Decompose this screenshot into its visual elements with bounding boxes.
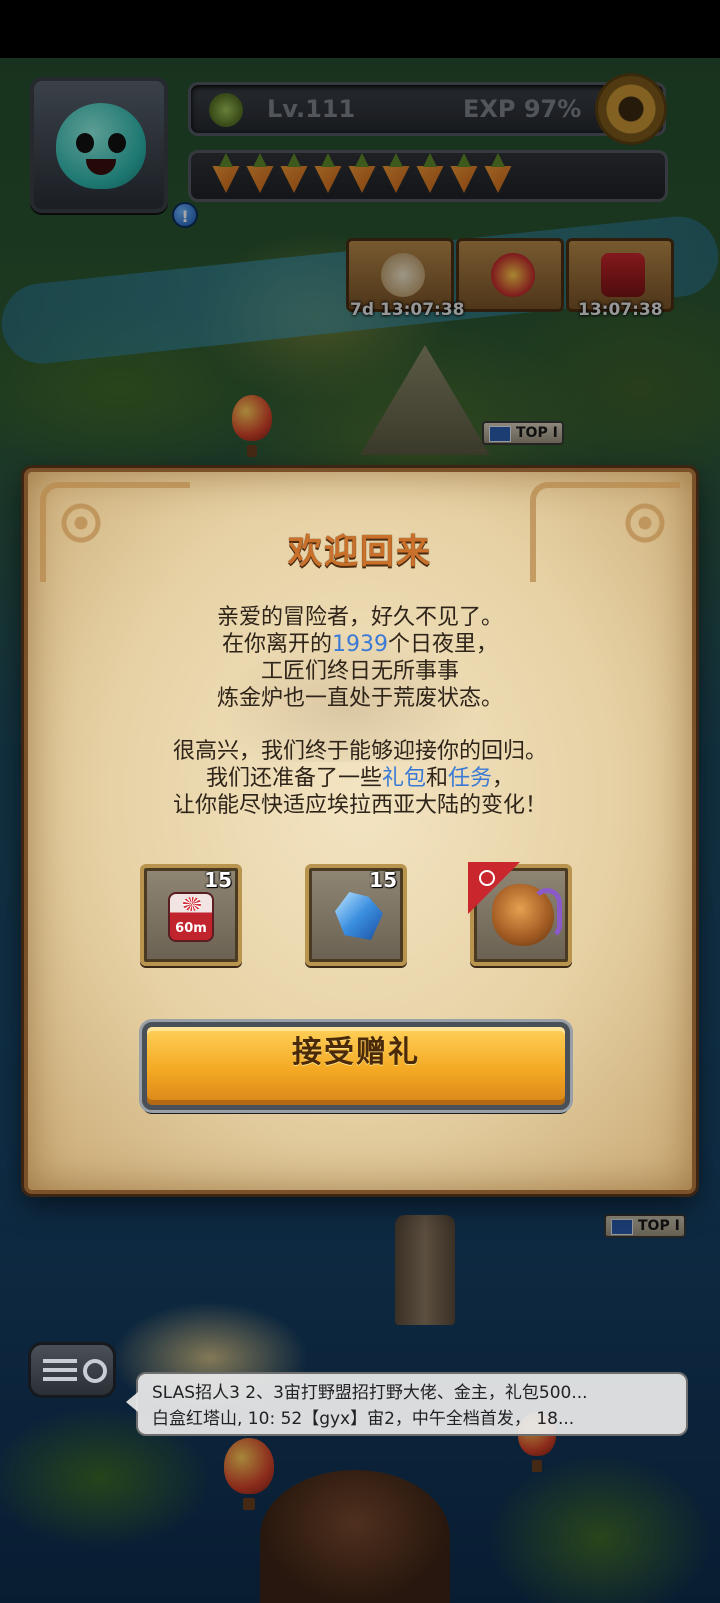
message-line: 让你能尽快适应埃拉西亚大陆的变化！: [172, 793, 547, 818]
crystal-icon: [335, 892, 383, 940]
accept-gift-button[interactable]: 接受赠礼: [142, 1022, 570, 1110]
message-line: 工匠们终日无所事事: [260, 659, 459, 684]
welcome-message: 亲爱的冒险者，好久不见了。 在你离开的1939个日夜里， 工匠们终日无所事事 炼…: [28, 604, 692, 712]
menu-icon: [43, 1359, 77, 1381]
chat-menu-button[interactable]: [28, 1342, 116, 1398]
days-away: 1939: [332, 632, 388, 657]
welcome-back-dialog: 欢迎回来 亲爱的冒险者，好久不见了。 在你离开的1939个日夜里， 工匠们终日无…: [24, 468, 696, 1194]
reward-speedup[interactable]: 60m 15: [140, 864, 242, 966]
message-line: 在你离开的1939个日夜里，: [221, 632, 499, 657]
message-line: 很高兴，我们终于能够迎接你的回归。: [172, 739, 547, 764]
return-message: 很高兴，我们终于能够迎接你的回归。 我们还准备了一些礼包和任务， 让你能尽快适应…: [28, 738, 692, 819]
speedup-icon: 60m: [168, 892, 214, 942]
message-line: 我们还准备了一些礼包和任务，: [205, 766, 515, 791]
message-line: 炼金炉也一直处于荒废状态。: [216, 686, 503, 711]
clock-icon: [479, 870, 495, 886]
reward-count: 15: [369, 868, 397, 892]
reward-count: 15: [204, 868, 232, 892]
dialog-title: 欢迎回来: [288, 532, 432, 572]
message-line: 亲爱的冒险者，好久不见了。: [216, 605, 503, 630]
chat-message: SLAS招人3 2、3宙打野盟招打野大佬、金主，礼包500...: [152, 1383, 588, 1403]
task-link: 任务: [448, 766, 493, 791]
chat-preview[interactable]: SLAS招人3 2、3宙打野盟招打野大佬、金主，礼包500... 白盒红塔山, …: [126, 1372, 688, 1436]
chat-message: 白盒红塔山, 10: 52【gyx】宙2，中午全档首发， 18...: [152, 1409, 575, 1429]
reward-crystal[interactable]: 15: [305, 864, 407, 966]
gift-link: 礼包: [381, 766, 426, 791]
chat-icon: [83, 1359, 107, 1383]
reward-pet[interactable]: [468, 862, 572, 966]
